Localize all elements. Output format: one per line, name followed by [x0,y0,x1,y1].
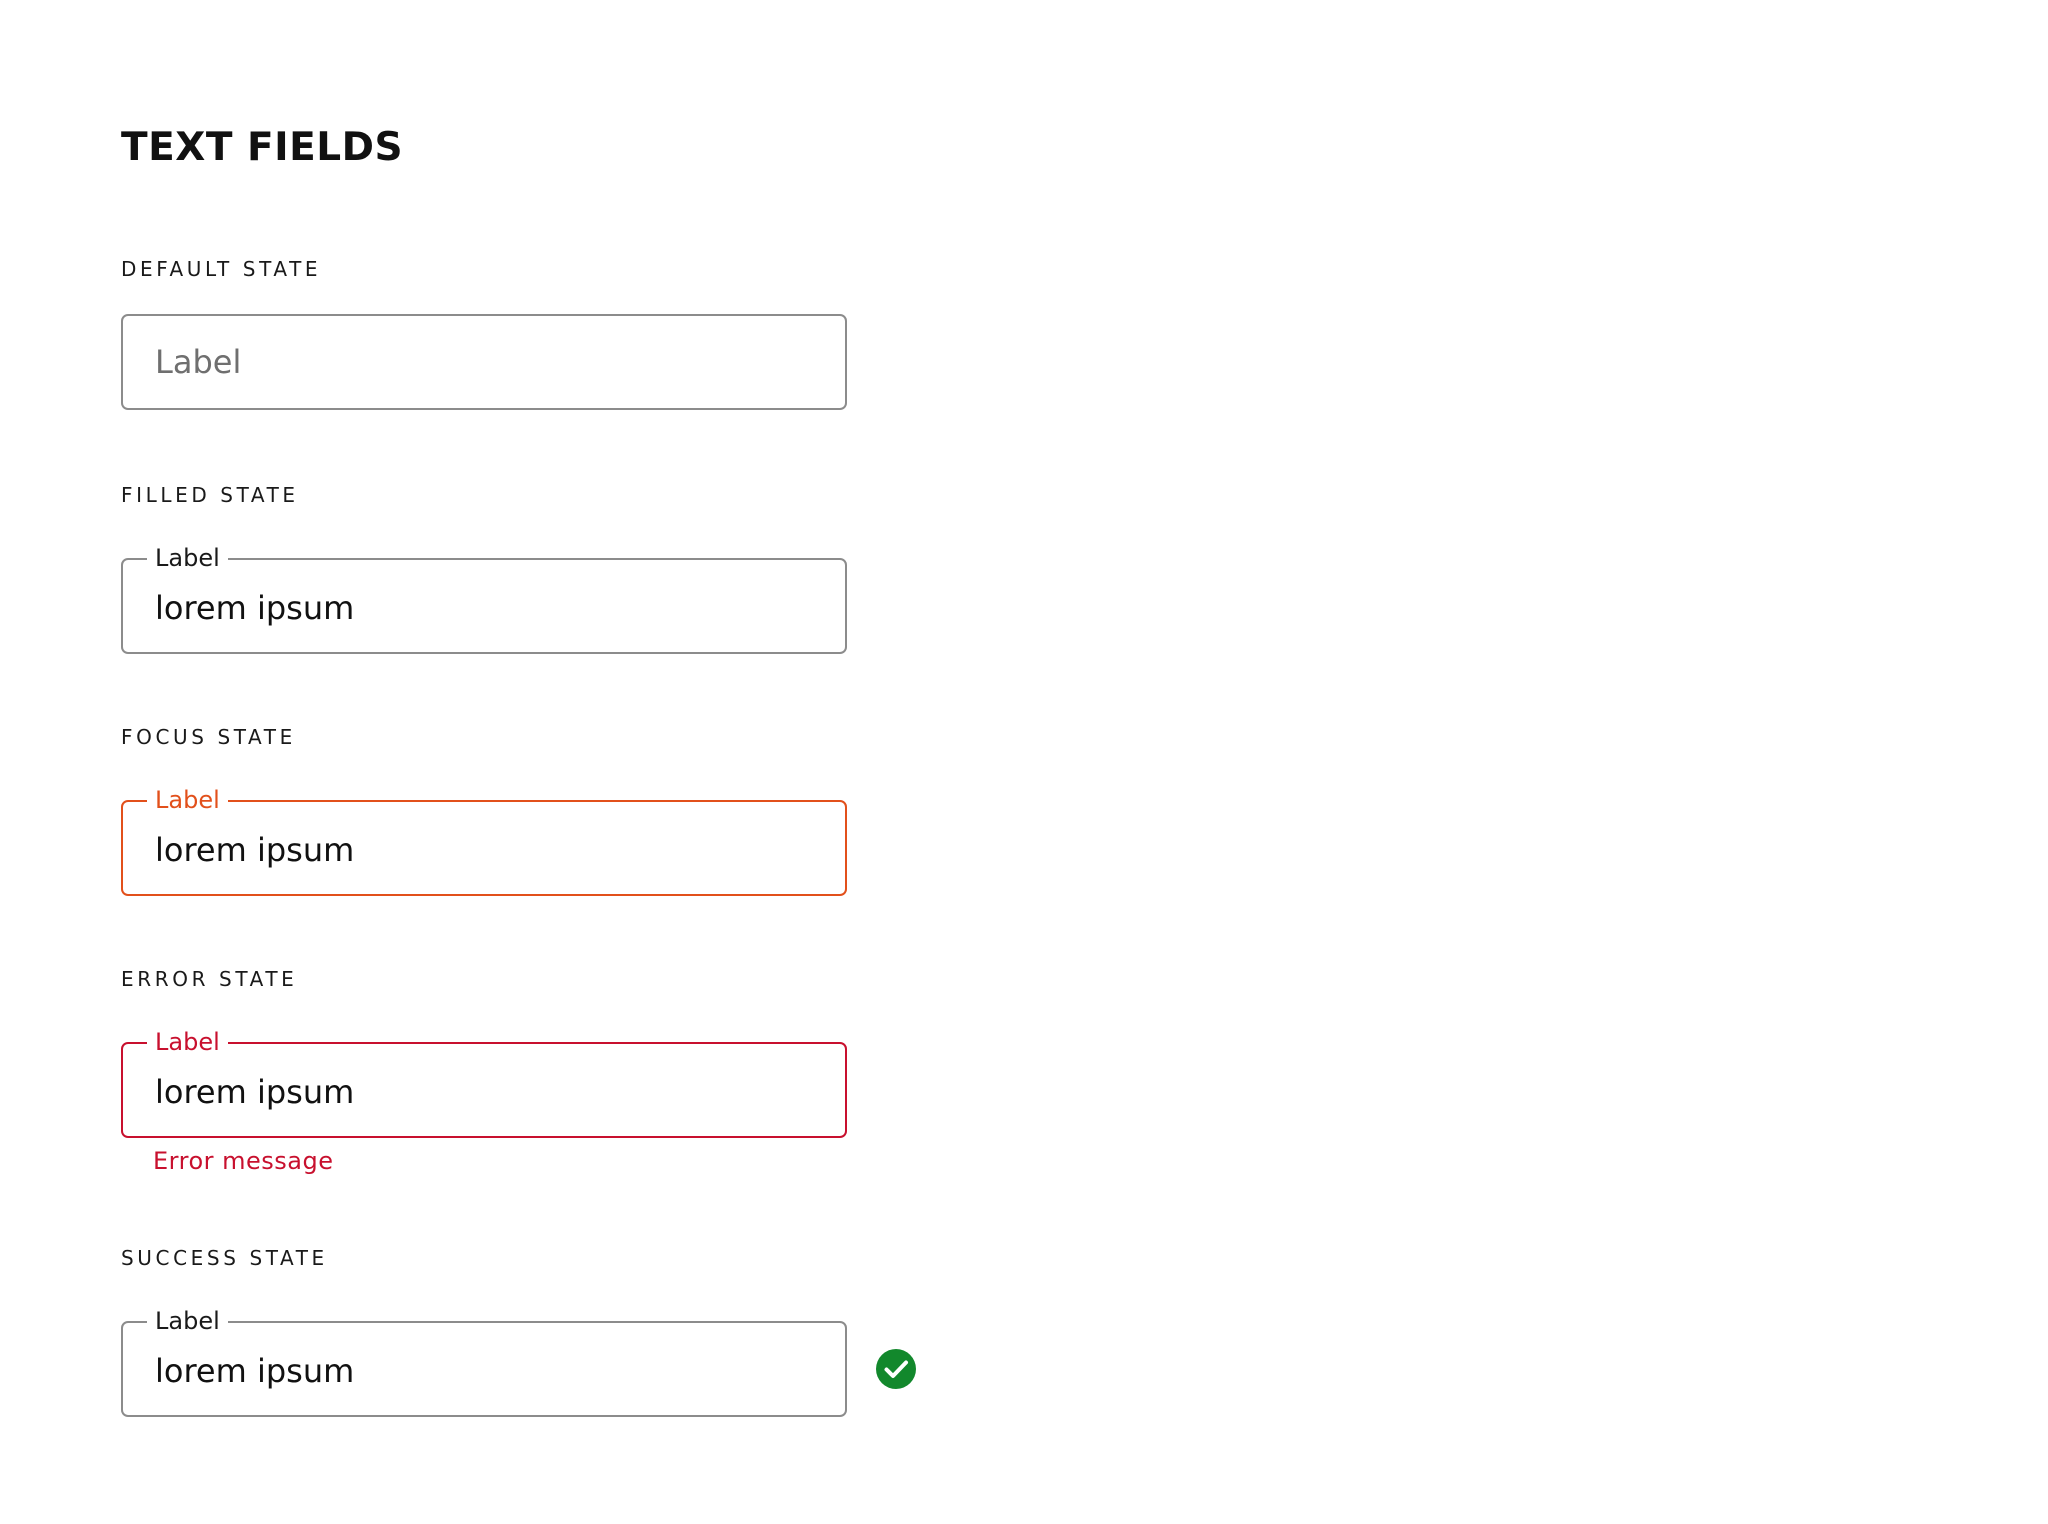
field-value: lorem ipsum [155,589,355,627]
field-label: Label [147,1307,228,1335]
field-label: Label [147,786,228,814]
section-heading-filled: FILLED STATE [121,483,299,507]
text-fields-page: TEXT FIELDS DEFAULT STATE Label FILLED S… [0,0,2048,1524]
check-circle-icon [876,1349,916,1389]
page-title: TEXT FIELDS [121,125,404,170]
field-placeholder: Label [155,343,242,381]
error-text-field[interactable]: Label lorem ipsum [121,1028,847,1138]
field-value: lorem ipsum [155,1352,355,1390]
section-heading-error: ERROR STATE [121,967,298,991]
field-value: lorem ipsum [155,1073,355,1111]
section-heading-success: SUCCESS STATE [121,1246,328,1270]
section-heading-default: DEFAULT STATE [121,257,322,281]
field-label: Label [147,544,228,572]
filled-text-field[interactable]: Label lorem ipsum [121,544,847,654]
section-heading-focus: FOCUS STATE [121,725,296,749]
success-text-field[interactable]: Label lorem ipsum [121,1307,847,1417]
focus-text-field[interactable]: Label lorem ipsum [121,786,847,896]
error-message: Error message [153,1147,334,1175]
default-text-field[interactable]: Label [121,314,847,410]
field-value: lorem ipsum [155,831,355,869]
field-label: Label [147,1028,228,1056]
